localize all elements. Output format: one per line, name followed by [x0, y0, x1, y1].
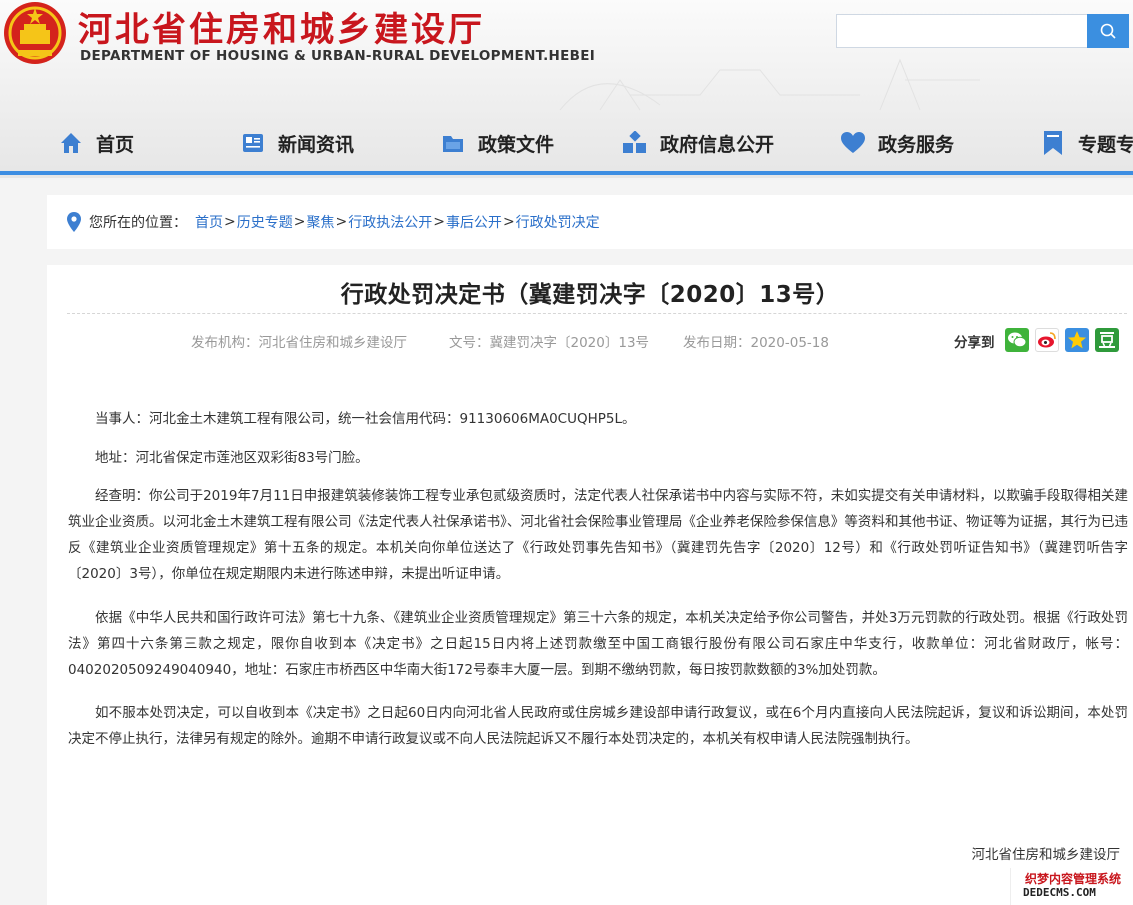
weibo-icon[interactable] [1035, 328, 1059, 352]
search-button[interactable] [1087, 14, 1129, 48]
search-icon [1100, 23, 1116, 39]
article-date: 发布日期：2020-05-18 [683, 335, 829, 351]
breadcrumb-panel: 您所在的位置： 首页 > 历史专题 > 聚焦 > 行政执法公开 > 事后公开 >… [47, 195, 1133, 249]
share-label: 分享到 [954, 335, 995, 351]
breadcrumb-history[interactable]: 历史专题 [237, 212, 293, 232]
site-title: 河北省住房和城乡建设厅 [78, 10, 485, 50]
breadcrumb-separator: > [335, 214, 348, 230]
nav-item-topics[interactable]: 专题专 [1040, 120, 1133, 166]
folder-icon [440, 130, 466, 156]
nav-item-services[interactable]: 政务服务 [840, 120, 954, 166]
breadcrumb-home[interactable]: 首页 [195, 212, 223, 232]
main-nav: 首页 新闻资讯 政策文件 政府信息公开 政务服务 专题专 [0, 120, 1133, 166]
douban-icon[interactable] [1095, 328, 1119, 352]
home-icon [58, 130, 84, 156]
nav-divider [0, 171, 1133, 175]
wechat-icon[interactable] [1005, 328, 1029, 352]
nav-item-home[interactable]: 首页 [58, 120, 134, 166]
watermark-line2: DEDECMS.COM [1023, 886, 1096, 899]
blocks-icon [622, 130, 648, 156]
article-paragraph: 如不服本处罚决定，可以自收到本《决定书》之日起60日内向河北省人民政府或住房城乡… [68, 705, 1128, 747]
nav-item-news[interactable]: 新闻资讯 [240, 120, 354, 166]
nav-item-label: 首页 [96, 133, 135, 156]
location-pin-icon [67, 212, 81, 232]
article-panel: 行政处罚决定书（冀建罚决字〔2020〕13号） 发布机构：河北省住房和城乡建设厅… [47, 265, 1133, 905]
nav-item-label: 政府信息公开 [660, 133, 775, 156]
breadcrumb-post-disclosure[interactable]: 事后公开 [446, 212, 502, 232]
breadcrumb-separator: > [224, 214, 236, 230]
nav-item-label: 政务服务 [878, 133, 955, 156]
breadcrumb-separator: > [293, 214, 306, 230]
breadcrumb: 您所在的位置： 首页 > 历史专题 > 聚焦 > 行政执法公开 > 事后公开 >… [67, 195, 600, 249]
article-title: 行政处罚决定书（冀建罚决字〔2020〕13号） [340, 282, 840, 308]
article-paragraph: 当事人：河北金土木建筑工程有限公司，统一社会信用代码：91130606MA0CU… [95, 411, 636, 427]
news-icon [240, 130, 266, 156]
national-emblem-logo [4, 2, 66, 64]
breadcrumb-prefix: 您所在的位置： [89, 215, 187, 231]
breadcrumb-separator: > [433, 214, 445, 230]
site-subtitle: DEPARTMENT OF HOUSING & URBAN-RURAL DEVE… [80, 48, 596, 64]
article-paragraph: 依据《中华人民共和国行政许可法》第七十九条、《建筑业企业资质管理规定》第三十六条… [68, 610, 1128, 678]
search-input[interactable] [836, 14, 1088, 48]
article-paragraph: 经查明：你公司于2019年7月11日申报建筑装修装饰工程专业承包贰级资质时，法定… [68, 488, 1128, 582]
qzone-icon[interactable] [1065, 328, 1089, 352]
nav-item-label: 专题专 [1078, 133, 1133, 156]
article-publisher: 发布机构：河北省住房和城乡建设厅 [191, 335, 407, 351]
nav-item-label: 新闻资讯 [278, 133, 355, 156]
nav-item-label: 政策文件 [478, 133, 555, 156]
breadcrumb-separator: > [502, 214, 515, 230]
breadcrumb-enforcement[interactable]: 行政执法公开 [348, 212, 432, 232]
breadcrumb-focus[interactable]: 聚焦 [306, 212, 334, 232]
title-divider [67, 313, 1127, 314]
article-doc-number: 文号：冀建罚决字〔2020〕13号 [449, 335, 650, 351]
bookmark-icon [1040, 130, 1066, 156]
watermark: 织梦内容管理系统 DEDECMS.COM [1010, 868, 1133, 905]
site-header: 河北省住房和城乡建设厅 DEPARTMENT OF HOUSING & URBA… [0, 0, 1133, 178]
article-paragraph: 地址：河北省保定市莲池区双彩街83号门脸。 [95, 450, 369, 466]
nav-item-policy[interactable]: 政策文件 [440, 120, 554, 166]
breadcrumb-penalty-decision[interactable]: 行政处罚决定 [516, 212, 600, 232]
nav-item-gov-info[interactable]: 政府信息公开 [622, 120, 774, 166]
watermark-line1: 织梦内容管理系统 [1025, 872, 1122, 886]
heart-icon [840, 130, 866, 156]
article-signer: 河北省住房和城乡建设厅 [971, 847, 1121, 863]
